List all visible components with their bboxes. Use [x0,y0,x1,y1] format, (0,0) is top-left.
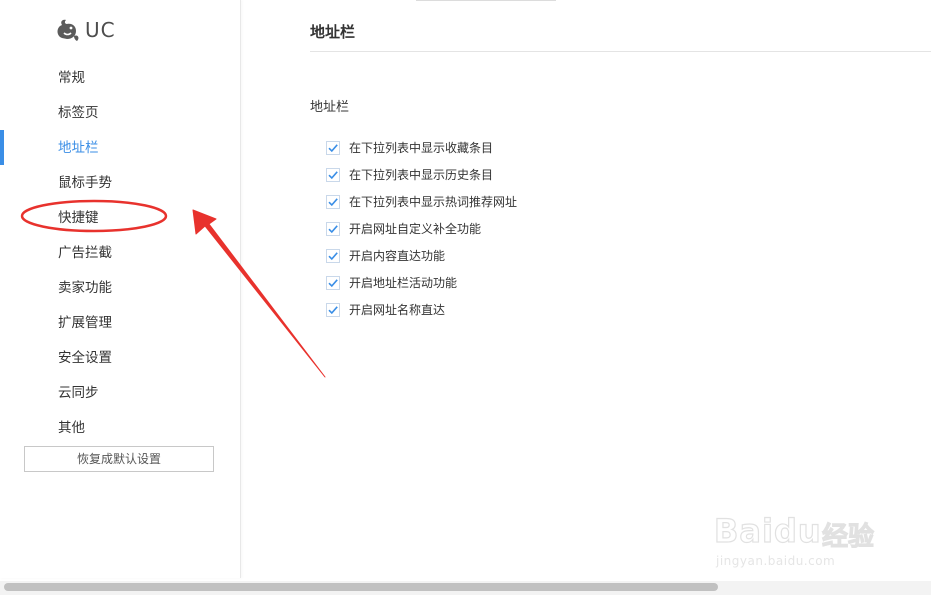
option-row: 在下拉列表中显示热词推荐网址 [326,188,517,215]
option-row: 开启网址自定义补全功能 [326,215,517,242]
content-direct-checkbox[interactable] [326,248,340,263]
sidebar: UC 常规 标签页 地址栏 鼠标手势 快捷键 广告拦截 卖家功能 扩展管理 安全… [0,0,241,578]
option-row: 开启网址名称直达 [326,296,517,323]
option-row: 开启内容直达功能 [326,242,517,269]
watermark-cn: 经验 [821,522,875,553]
logo-text: UC [85,18,116,42]
option-row: 在下拉列表中显示历史条目 [326,161,517,188]
checkmark-icon [328,305,338,314]
option-label: 开启网址自定义补全功能 [349,222,482,236]
address-bar-options: 在下拉列表中显示收藏条目 在下拉列表中显示历史条目 在下拉列表中显示热词推荐网址… [326,134,517,323]
show-history-checkbox[interactable] [326,167,340,182]
sidebar-item-seller-tools[interactable]: 卖家功能 [0,271,240,306]
page-title: 地址栏 [310,23,356,41]
sidebar-item-address-bar[interactable]: 地址栏 [0,131,240,166]
title-divider [310,51,931,52]
checkmark-icon [328,143,338,152]
watermark-brand: Baidu [713,511,822,550]
sidebar-item-extensions[interactable]: 扩展管理 [0,306,240,341]
option-label: 在下拉列表中显示热词推荐网址 [349,195,518,209]
show-bookmarks-checkbox[interactable] [326,140,340,155]
checkmark-icon [328,197,338,206]
checkmark-icon [328,224,338,233]
sidebar-item-general[interactable]: 常规 [0,61,240,96]
settings-window: UC 常规 标签页 地址栏 鼠标手势 快捷键 广告拦截 卖家功能 扩展管理 安全… [0,0,931,595]
option-label: 开启内容直达功能 [349,249,446,263]
show-hot-sites-checkbox[interactable] [326,194,340,209]
sidebar-item-mouse-gestures[interactable]: 鼠标手势 [0,166,240,201]
checkmark-icon [328,278,338,287]
uc-logo: UC [54,16,116,44]
option-label: 开启地址栏活动功能 [349,276,458,290]
horizontal-scrollbar-thumb[interactable] [4,583,718,591]
option-label: 开启网址名称直达 [349,303,446,317]
option-label: 在下拉列表中显示收藏条目 [349,141,494,155]
checkmark-icon [328,170,338,179]
top-tab-edge [416,0,556,1]
sidebar-item-security[interactable]: 安全设置 [0,341,240,376]
checkmark-icon [328,251,338,260]
option-row: 在下拉列表中显示收藏条目 [326,134,517,161]
uc-squirrel-icon [57,19,79,41]
section-label: 地址栏 [310,100,350,115]
baidu-jingyan-watermark: Baidu 经验 jingyan.baidu.com [712,500,882,580]
address-bar-activity-checkbox[interactable] [326,275,340,290]
sidebar-item-tabs[interactable]: 标签页 [0,96,240,131]
sidebar-item-other[interactable]: 其他 [0,411,240,446]
site-name-direct-checkbox[interactable] [326,302,340,317]
url-autocomplete-checkbox[interactable] [326,221,340,236]
option-row: 开启地址栏活动功能 [326,269,517,296]
sidebar-nav: 常规 标签页 地址栏 鼠标手势 快捷键 广告拦截 卖家功能 扩展管理 安全设置 … [0,61,240,446]
option-label: 在下拉列表中显示历史条目 [349,168,494,182]
sidebar-item-shortcuts[interactable]: 快捷键 [0,201,240,236]
watermark-url: jingyan.baidu.com [716,554,836,568]
sidebar-item-ad-block[interactable]: 广告拦截 [0,236,240,271]
reset-defaults-button[interactable]: 恢复成默认设置 [24,446,214,472]
sidebar-item-cloud-sync[interactable]: 云同步 [0,376,240,411]
